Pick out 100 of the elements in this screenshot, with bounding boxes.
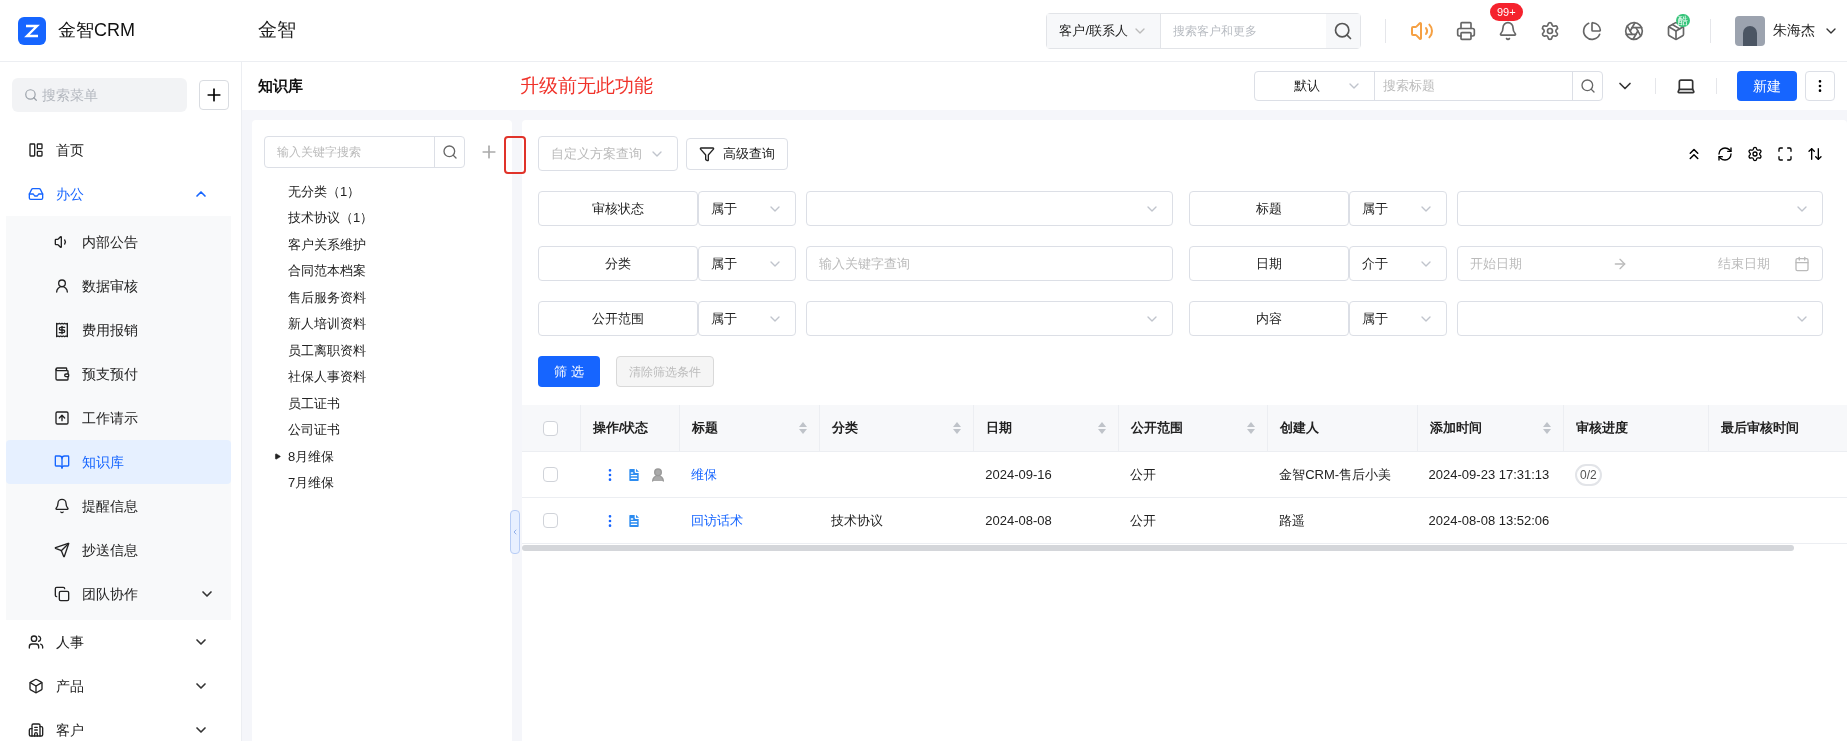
submenu-item[interactable]: 抄送信息: [6, 528, 231, 572]
select-all-checkbox[interactable]: [543, 420, 559, 436]
category-cell-text: 技术协议: [830, 511, 883, 530]
collapse-handle[interactable]: [510, 510, 520, 554]
apply-filter-button[interactable]: 筛 选: [538, 356, 600, 387]
table-row[interactable]: 维保 2024-09-16 公开 金智CRM-售后小美 2024-09-23 17:31:13 0/2: [522, 452, 1847, 498]
global-search-bar[interactable]: 客户/联系人 搜索客户和更多: [1046, 12, 1361, 49]
menu-item[interactable]: 办公: [0, 172, 241, 216]
add-button[interactable]: [199, 80, 229, 110]
laptop-icon[interactable]: [1676, 76, 1696, 96]
column-header-cell[interactable]: 日期: [973, 405, 1118, 451]
tree-item[interactable]: 员工证书: [264, 390, 500, 417]
menu-item[interactable]: 客户: [0, 708, 241, 741]
notification-badge: 99+: [1490, 2, 1523, 21]
expand-icon[interactable]: [274, 452, 281, 460]
submenu-item[interactable]: 内部公告: [6, 220, 231, 264]
column-header-cell[interactable]: 创建人: [1267, 405, 1417, 451]
advanced-search-button[interactable]: 高级查询: [686, 137, 788, 170]
column-header-cell[interactable]: 公开范围: [1117, 405, 1268, 451]
submenu-item[interactable]: 预支预付: [6, 352, 231, 396]
select-field[interactable]: 属于: [1348, 191, 1447, 226]
menu-item[interactable]: 人事: [0, 620, 241, 664]
global-search-input[interactable]: 搜索客户和更多: [1161, 21, 1326, 40]
tree-item[interactable]: 8月维保: [264, 443, 500, 470]
table-row[interactable]: 回访话术 技术协议 2024-08-08 公开 路遥 2024-08-08 13:52:06: [522, 498, 1847, 544]
refresh-icon[interactable]: [1717, 145, 1733, 162]
search-icon: [1333, 20, 1353, 41]
creator-cell-text: 金智CRM-售后小美: [1279, 465, 1392, 484]
select-field[interactable]: 属于: [698, 191, 796, 226]
row-checkbox[interactable]: [543, 467, 559, 482]
app-name: 金智CRM: [58, 19, 135, 42]
submenu-item[interactable]: 提醒信息: [6, 484, 231, 528]
search-icon: [1579, 78, 1596, 94]
annotation-text: 升级前无此功能: [520, 73, 653, 98]
tree-item[interactable]: 7月维保: [264, 469, 500, 496]
submenu-item[interactable]: 团队协作: [6, 572, 231, 616]
column-header-cell[interactable]: 分类: [818, 405, 974, 451]
bell-icon[interactable]: [1498, 20, 1518, 41]
sort-icon[interactable]: [1807, 145, 1823, 162]
keyword-input[interactable]: 输入关键字查询: [806, 246, 1173, 281]
filter-label: 标题: [1188, 191, 1349, 226]
tree-item[interactable]: 新人培训资料: [264, 310, 500, 337]
inbox-tray-icon[interactable]: [1456, 20, 1476, 41]
new-button[interactable]: 新建: [1737, 71, 1797, 101]
settings-icon[interactable]: [1747, 145, 1763, 162]
view-select[interactable]: 默认: [1255, 72, 1375, 100]
search-scope-select[interactable]: 客户/联系人: [1047, 13, 1161, 48]
tree-item[interactable]: 客户关系维护: [264, 231, 500, 258]
select-field[interactable]: 属于: [698, 301, 796, 336]
column-header-cell[interactable]: 审核进度: [1563, 405, 1708, 451]
select-field[interactable]: 介于: [1348, 246, 1447, 281]
title-link[interactable]: 回访话术: [691, 510, 744, 531]
wallet-icon: [54, 366, 70, 382]
filter-icon: [699, 145, 715, 162]
calendar-icon: [1794, 255, 1810, 272]
book-icon: [54, 454, 70, 470]
menu-search-input[interactable]: 搜索菜单: [42, 84, 176, 106]
column-header: 创建人: [1280, 419, 1320, 438]
title-search-bar[interactable]: 默认 搜索标题: [1254, 71, 1603, 101]
title-search-input[interactable]: 搜索标题: [1375, 76, 1572, 96]
filter-label: 分类: [538, 246, 698, 281]
submenu-item[interactable]: 工作请示: [6, 396, 231, 440]
aperture-icon[interactable]: [1624, 20, 1644, 41]
tree-item[interactable]: 合同范本档案: [264, 257, 500, 284]
filter-label: 公开范围: [538, 301, 698, 336]
column-header-cell[interactable]: 标题: [679, 405, 819, 451]
page-title: 知识库: [258, 75, 304, 96]
avatar-placeholder[interactable]: [1735, 15, 1765, 46]
tree-item[interactable]: 员工离职资料: [264, 337, 500, 364]
submenu-item[interactable]: 知识库: [6, 440, 231, 484]
menu-search-field[interactable]: 搜索菜单: [12, 78, 188, 112]
column-header: 操作/状态: [592, 419, 649, 438]
menu-item[interactable]: 首页: [0, 128, 241, 172]
title-link[interactable]: 维保: [691, 464, 718, 485]
column-header-cell[interactable]: 最后审核时间: [1707, 405, 1847, 451]
menu-item[interactable]: 产品: [0, 664, 241, 708]
submenu-item[interactable]: 费用报销: [6, 308, 231, 352]
submenu-item[interactable]: 数据审核: [6, 264, 231, 308]
tree-item[interactable]: 社保人事资料: [264, 363, 500, 390]
tree-item[interactable]: 技术协议（1）: [264, 204, 500, 231]
horizontal-scrollbar[interactable]: [522, 545, 1794, 551]
tree-item[interactable]: 公司证书: [264, 416, 500, 443]
column-header: 添加时间: [1429, 419, 1482, 438]
search-button[interactable]: [1326, 13, 1360, 48]
select-field[interactable]: 属于: [1348, 301, 1447, 336]
tree-item[interactable]: 无分类（1）: [264, 178, 500, 205]
pie-chart-icon[interactable]: [1582, 20, 1602, 41]
column-header-cell[interactable]: 操作/状态: [579, 405, 680, 451]
fullscreen-icon[interactable]: [1777, 145, 1793, 162]
org-name: 金智: [258, 18, 296, 43]
added-time-cell-text: 2024-09-23 17:31:13: [1428, 465, 1550, 484]
tree-item[interactable]: 售后服务资料: [264, 284, 500, 311]
user-name: 朱海杰: [1773, 21, 1815, 40]
building-icon: [28, 722, 44, 738]
column-header-cell[interactable]: 添加时间: [1416, 405, 1564, 451]
row-checkbox[interactable]: [543, 513, 559, 528]
select-field[interactable]: 属于: [698, 246, 796, 281]
upload-icon: [54, 410, 70, 426]
tree-search-input[interactable]: 输入关键字搜索: [265, 143, 434, 161]
tree-search-field[interactable]: 输入关键字搜索: [264, 136, 465, 168]
